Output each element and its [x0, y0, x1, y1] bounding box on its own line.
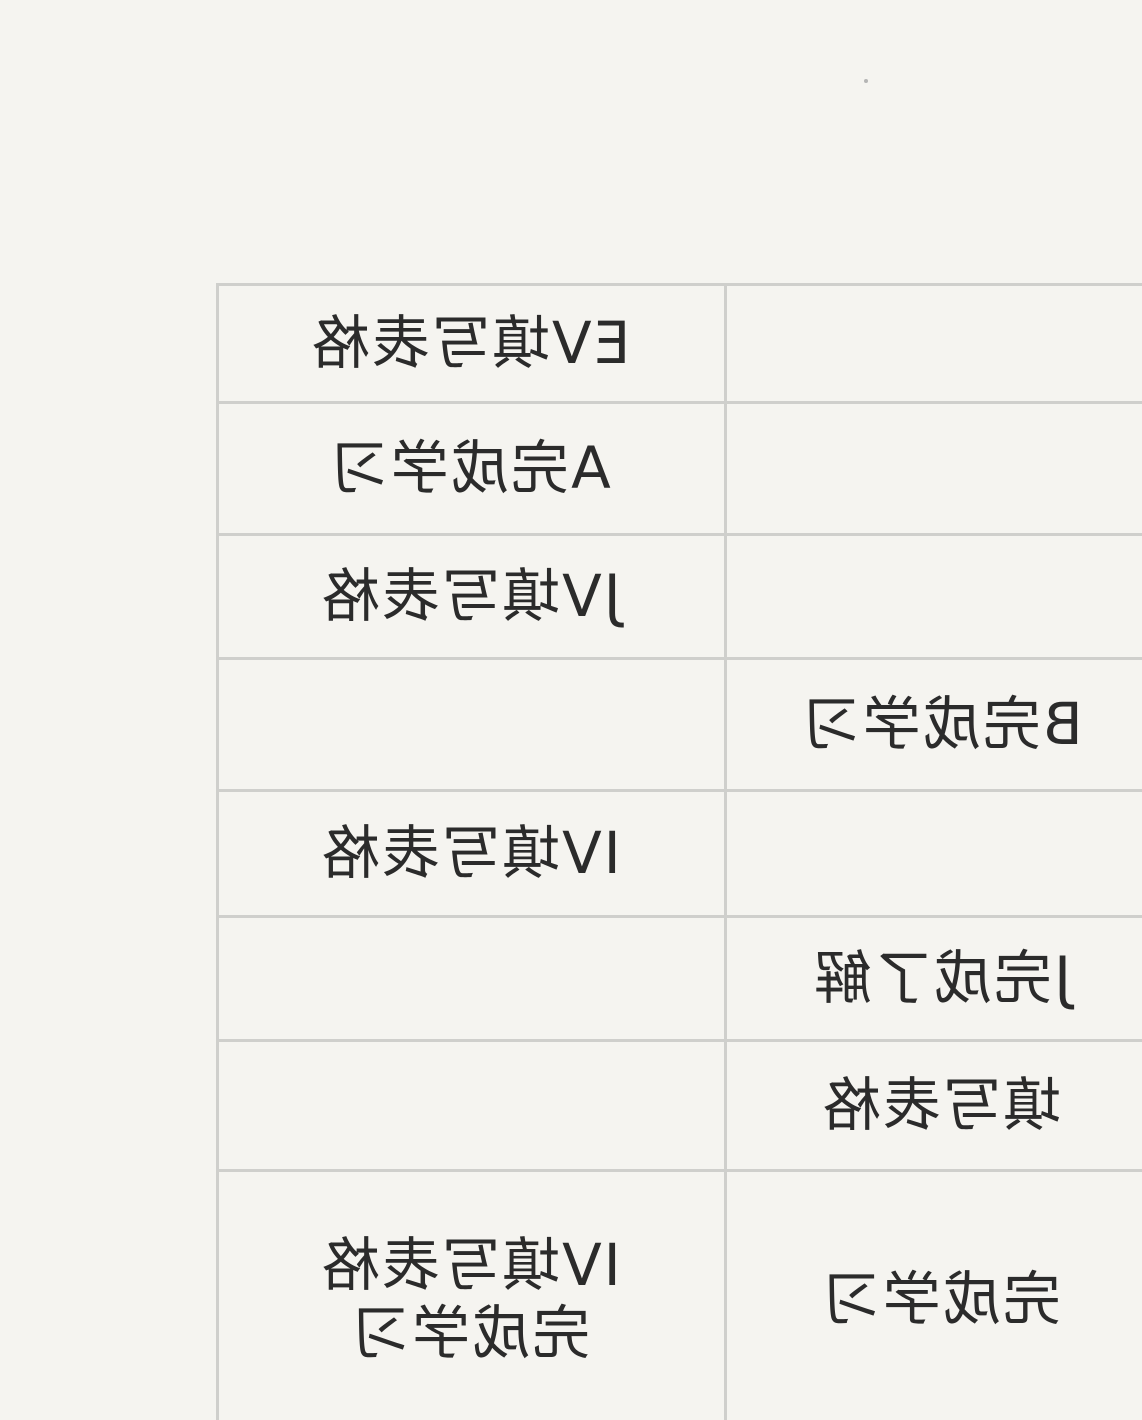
- table-grid: EV填写表格 A完成学习 JV填写表格 IV填写表格 IV填写表格 完成学习 B…: [216, 283, 1142, 1420]
- left-cell-4: [216, 657, 724, 792]
- left-cell-8-text: IV填写表格 完成学习: [319, 1230, 621, 1367]
- right-cell-2: [727, 401, 1142, 536]
- left-cell-2: A完成学习: [216, 401, 724, 536]
- left-cell-2-text: A完成学习: [329, 434, 611, 503]
- small-dot: [864, 79, 868, 83]
- left-cell-3: JV填写表格: [216, 533, 724, 660]
- right-cell-5: [727, 789, 1142, 918]
- left-cell-1-text: EV填写表格: [309, 309, 631, 378]
- right-cell-1: [727, 283, 1142, 404]
- left-cell-6: [216, 915, 724, 1042]
- right-cell-6-text: J完成了解: [811, 944, 1072, 1013]
- right-cell-7-text: 填写表格: [821, 1071, 1062, 1140]
- left-cell-7: [216, 1039, 724, 1172]
- right-cell-4-text: B完成学习: [800, 690, 1083, 759]
- right-cell-4: B完成学习: [727, 657, 1142, 792]
- left-cell-3-text: JV填写表格: [319, 562, 621, 631]
- right-cell-3: [727, 533, 1142, 660]
- left-cell-5: IV填写表格: [216, 789, 724, 918]
- page: EV填写表格 A完成学习 JV填写表格 IV填写表格 IV填写表格 完成学习 B…: [0, 0, 1142, 1420]
- left-cell-5-text: IV填写表格: [319, 819, 621, 888]
- left-cell-8: IV填写表格 完成学习: [216, 1169, 724, 1420]
- right-cell-6: J完成了解: [727, 915, 1142, 1042]
- right-cell-7: 填写表格: [727, 1039, 1142, 1172]
- left-cell-1: EV填写表格: [216, 283, 724, 404]
- right-cell-8-text: 完成学习: [821, 1264, 1062, 1333]
- right-cell-8: 完成学习: [727, 1169, 1142, 1420]
